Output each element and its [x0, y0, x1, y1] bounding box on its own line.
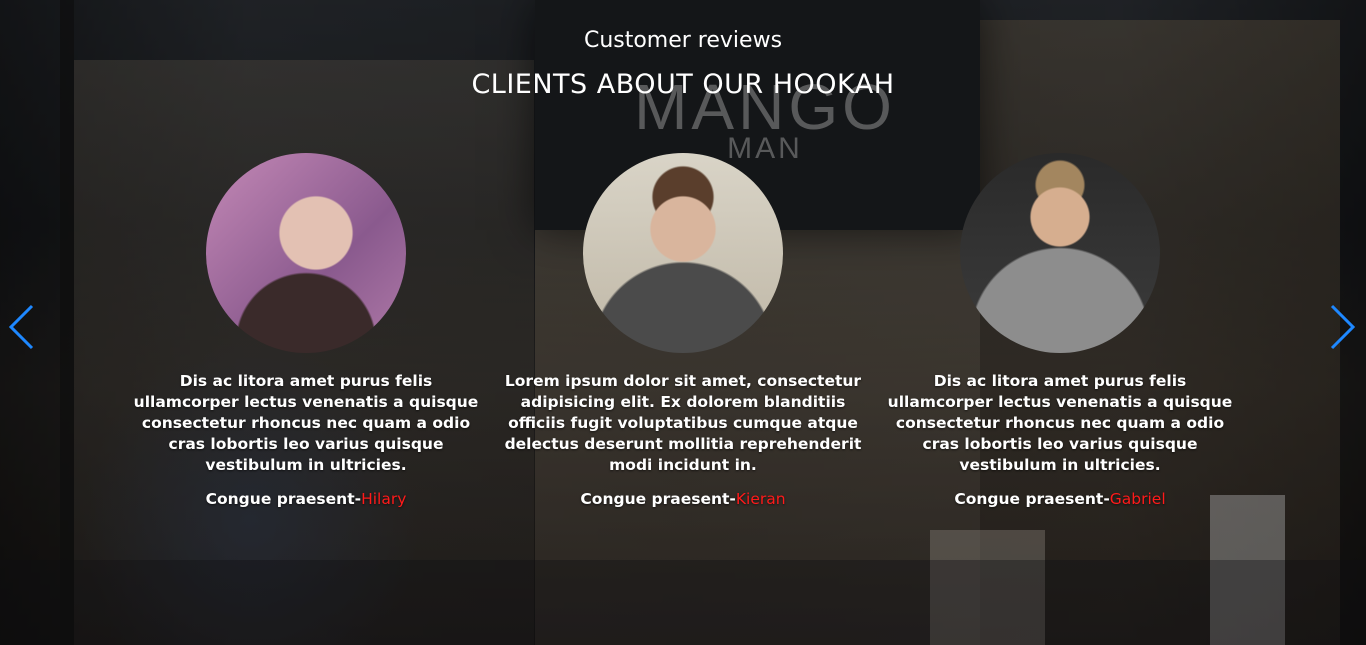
section-title: CLIENTS ABOUT OUR HOOKAH	[471, 69, 895, 100]
carousel-next-button[interactable]	[1328, 304, 1358, 350]
avatar	[960, 153, 1160, 353]
author-prefix: Congue praesent-	[954, 490, 1110, 508]
author-name: Hilary	[361, 490, 407, 508]
review-text: Dis ac litora amet purus felis ullamcorp…	[133, 372, 479, 474]
review-author: Congue praesent-Hilary	[126, 490, 486, 508]
review-author: Congue praesent-Gabriel	[880, 490, 1240, 508]
review-card: Lorem ipsum dolor sit amet, consectetur …	[503, 153, 863, 508]
review-card: Dis ac litora amet purus felis ullamcorp…	[880, 153, 1240, 508]
author-name: Gabriel	[1109, 490, 1166, 508]
author-name: Kieran	[735, 490, 786, 508]
reviews-section: MANGO MAN Customer reviews CLIENTS ABOUT…	[0, 0, 1366, 645]
avatar	[583, 153, 783, 353]
avatar	[206, 153, 406, 353]
section-subtitle: Customer reviews	[583, 28, 783, 53]
carousel-prev-button[interactable]	[6, 304, 36, 350]
author-prefix: Congue praesent-	[580, 490, 736, 508]
review-text: Lorem ipsum dolor sit amet, consectetur …	[504, 372, 862, 474]
author-prefix: Congue praesent-	[205, 490, 362, 508]
chevron-right-icon	[1330, 304, 1356, 350]
chevron-left-icon	[8, 304, 34, 350]
review-author: Congue praesent-Kieran	[503, 490, 863, 508]
review-text: Dis ac litora amet purus felis ullamcorp…	[887, 372, 1233, 474]
review-card: Dis ac litora amet purus felis ullamcorp…	[126, 153, 486, 508]
